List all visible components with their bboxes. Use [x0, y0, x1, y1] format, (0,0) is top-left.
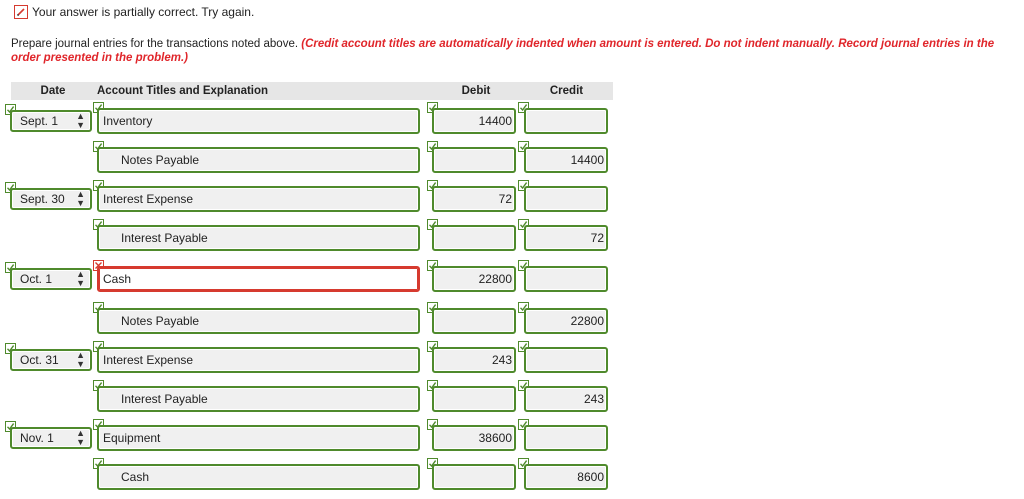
date-value: Nov. 1: [20, 431, 54, 445]
updown-arrows-icon: ▲ ▼: [76, 428, 85, 447]
credit-input[interactable]: 243: [524, 386, 608, 412]
debit-input[interactable]: [432, 147, 516, 173]
credit-input[interactable]: [524, 347, 608, 373]
debit-input[interactable]: 243: [432, 347, 516, 373]
updown-arrows-icon: ▲ ▼: [76, 189, 85, 208]
debit-input[interactable]: 22800: [432, 266, 516, 292]
date-value: Oct. 31: [20, 353, 59, 367]
credit-account-input[interactable]: Cash: [97, 464, 420, 490]
date-value: Oct. 1: [20, 272, 53, 286]
debit-account-input[interactable]: Equipment: [97, 425, 420, 451]
status-text: Your answer is partially correct. Try ag…: [32, 5, 255, 19]
date-value: Sept. 30: [20, 192, 65, 206]
credit-input[interactable]: 72: [524, 225, 608, 251]
debit-input[interactable]: 72: [432, 186, 516, 212]
credit-input[interactable]: [524, 266, 608, 292]
debit-input[interactable]: 38600: [432, 425, 516, 451]
debit-input[interactable]: 14400: [432, 108, 516, 134]
debit-account-input[interactable]: Inventory: [97, 108, 420, 134]
header-debit: Debit: [432, 82, 520, 100]
date-select[interactable]: Sept. 30 ▲ ▼: [10, 188, 92, 210]
credit-input[interactable]: [524, 186, 608, 212]
debit-account-input[interactable]: Interest Expense: [97, 347, 420, 373]
credit-input[interactable]: [524, 108, 608, 134]
credit-account-input[interactable]: Interest Payable: [97, 225, 420, 251]
debit-account-input[interactable]: Cash: [97, 266, 420, 292]
debit-input[interactable]: [432, 308, 516, 334]
header-credit: Credit: [520, 82, 613, 100]
date-value: Sept. 1: [20, 114, 59, 128]
debit-input[interactable]: [432, 386, 516, 412]
answer-status: Your answer is partially correct. Try ag…: [14, 4, 254, 20]
date-select[interactable]: Oct. 1 ▲ ▼: [10, 268, 92, 290]
credit-input[interactable]: 14400: [524, 147, 608, 173]
credit-input[interactable]: 8600: [524, 464, 608, 490]
credit-account-input[interactable]: Notes Payable: [97, 147, 420, 173]
debit-input[interactable]: [432, 464, 516, 490]
debit-input[interactable]: [432, 225, 516, 251]
date-select[interactable]: Oct. 31 ▲ ▼: [10, 349, 92, 371]
pencil-icon: [14, 5, 28, 19]
date-select[interactable]: Sept. 1 ▲ ▼: [10, 110, 92, 132]
date-select[interactable]: Nov. 1 ▲ ▼: [10, 427, 92, 449]
instructions: Prepare journal entries for the transact…: [11, 37, 1016, 65]
credit-input[interactable]: [524, 425, 608, 451]
updown-arrows-icon: ▲ ▼: [76, 111, 85, 130]
debit-account-input[interactable]: Interest Expense: [97, 186, 420, 212]
credit-input[interactable]: 22800: [524, 308, 608, 334]
credit-account-input[interactable]: Notes Payable: [97, 308, 420, 334]
header-account: Account Titles and Explanation: [95, 82, 432, 100]
updown-arrows-icon: ▲ ▼: [76, 350, 85, 369]
header-date: Date: [11, 82, 95, 100]
credit-account-input[interactable]: Interest Payable: [97, 386, 420, 412]
instructions-text: Prepare journal entries for the transact…: [11, 38, 302, 50]
updown-arrows-icon: ▲ ▼: [76, 269, 85, 288]
